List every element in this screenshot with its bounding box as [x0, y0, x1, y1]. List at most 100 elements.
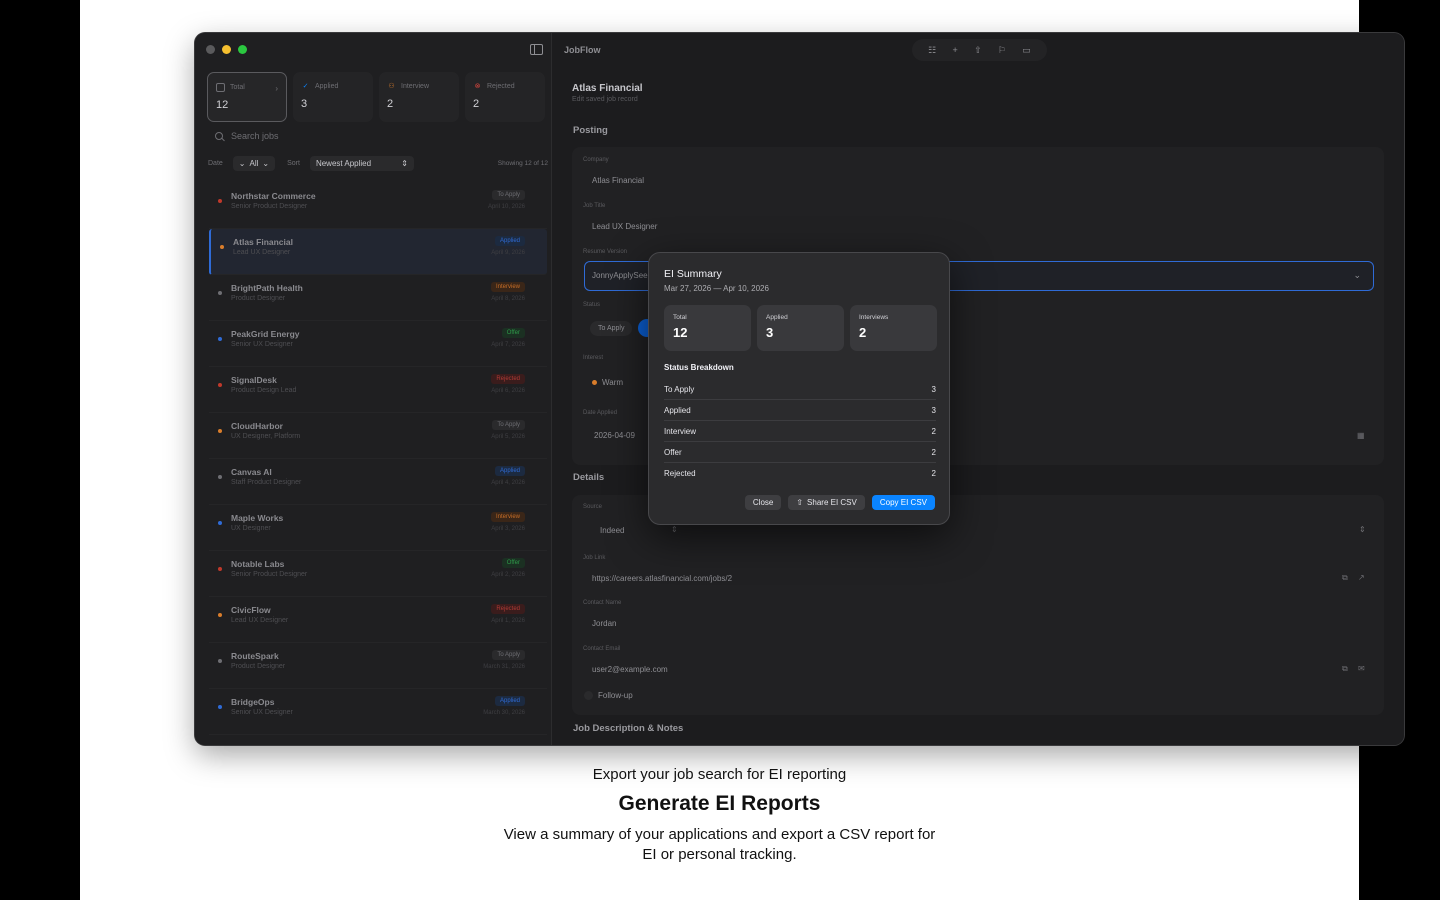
job-list-item[interactable]: CivicFlow Lead UX Designer Rejected April 1…	[209, 597, 547, 643]
inbox-icon[interactable]: ▭	[1022, 45, 1031, 56]
sort-select[interactable]: Newest Applied ⇕	[309, 156, 414, 171]
job-company: RouteSpark	[231, 651, 279, 661]
ei-report-icon[interactable]: ⚐	[998, 45, 1006, 56]
copy-ei-csv-button[interactable]: Copy EI CSV	[871, 495, 935, 510]
copy-icon[interactable]: ⧉	[1342, 573, 1348, 583]
close-button[interactable]: Close	[744, 495, 782, 510]
job-title-field[interactable]: Lead UX Designer	[592, 222, 657, 231]
follow-up-toggle[interactable]: Follow-up	[584, 691, 633, 700]
share-icon: ⇧	[796, 498, 804, 507]
chevron-right-icon: ›	[275, 84, 278, 93]
people-icon: ⚇	[388, 83, 395, 90]
job-status-badge: Applied	[494, 696, 525, 706]
job-status-badge: Rejected	[491, 604, 525, 614]
close-window-button[interactable]	[206, 45, 215, 54]
chevron-down-icon: ⌄	[1353, 270, 1361, 280]
contact-email-field[interactable]: user2@example.com	[592, 665, 668, 674]
breakdown-status: Offer	[664, 447, 682, 457]
source-select[interactable]: Indeed	[600, 526, 624, 535]
copy-icon[interactable]: ⧉	[1342, 664, 1348, 674]
job-date: April 7, 2026	[491, 342, 525, 348]
job-list-item[interactable]: Maple Works UX Designer Interview April 3, …	[209, 505, 547, 551]
interest-value: Warm	[602, 378, 624, 387]
share-icon[interactable]: ⇧	[974, 45, 982, 56]
stat-card-interview[interactable]: ⚇ Interview 2	[379, 72, 459, 122]
share-ei-csv-button[interactable]: ⇧ Share EI CSV	[788, 495, 865, 510]
job-status-dot	[218, 429, 222, 433]
job-list-item[interactable]: PeakGrid Energy Senior UX Designer Offer Ap…	[209, 321, 547, 367]
caption-body: View a summary of your applications and …	[80, 825, 1359, 865]
notes-header: Job Description & Notes	[573, 723, 684, 734]
details-panel	[572, 495, 1384, 715]
job-company: BrightPath Health	[231, 283, 303, 293]
job-list-item[interactable]: RouteSpark Product Designer To Apply March …	[209, 643, 547, 689]
status-segment-to-apply[interactable]: To Apply	[590, 321, 633, 336]
job-company: SignalDesk	[231, 375, 277, 385]
summary-card-label: Applied	[766, 314, 788, 321]
job-company: BridgeOps	[231, 697, 275, 707]
job-date: April 9, 2026	[491, 250, 525, 256]
add-icon[interactable]: +	[953, 45, 958, 55]
stat-value: 12	[216, 99, 229, 111]
job-date: April 2, 2026	[491, 572, 525, 578]
contact-name-field[interactable]: Jordan	[592, 619, 616, 628]
calendar-icon[interactable]: ▦	[1357, 431, 1365, 440]
status-breakdown-title: Status Breakdown	[664, 363, 734, 372]
job-list-item[interactable]: BridgeOps Senior UX Designer Applied March …	[209, 689, 547, 735]
breakdown-row: Offer 2	[664, 442, 936, 463]
summary-card-value: 3	[766, 325, 774, 340]
stat-card-total[interactable]: Total 12 ›	[207, 72, 287, 122]
checklist-icon[interactable]: ☷	[928, 45, 936, 56]
job-list-item[interactable]: Notable Labs Senior Product Designer Offer…	[209, 551, 547, 597]
job-link-field[interactable]: https://careers.atlasfinancial.com/jobs/…	[592, 574, 732, 583]
job-list-item[interactable]: Canvas AI Staff Product Designer Applied Ap…	[209, 459, 547, 505]
dialog-actions: Close ⇧ Share EI CSV Copy EI CSV	[744, 495, 935, 510]
job-role: Senior UX Designer	[231, 341, 293, 348]
sort-value: Newest Applied	[315, 159, 372, 168]
job-status-dot	[218, 659, 222, 663]
job-status-dot	[218, 567, 222, 571]
interest-select[interactable]: Warm	[592, 378, 623, 387]
job-date: April 10, 2026	[487, 204, 525, 210]
job-role: Lead UX Designer	[233, 249, 291, 256]
chevron-down-icon: ⌄	[262, 159, 270, 168]
mail-icon[interactable]: ✉	[1358, 664, 1365, 673]
job-role: Senior UX Designer	[231, 709, 293, 716]
job-status-dot	[218, 475, 222, 479]
job-list-item[interactable]: Atlas Financial Lead UX Designer Applied Ap…	[209, 229, 547, 275]
resume-label: Resume Version	[583, 249, 628, 255]
breakdown-status: Applied	[664, 405, 691, 415]
zoom-window-button[interactable]	[238, 45, 247, 54]
job-list-item[interactable]: BrightPath Health Product Designer Intervi…	[209, 275, 547, 321]
stat-card-applied[interactable]: ✓ Applied 3	[293, 72, 373, 122]
marketing-canvas: Total 12 › ✓ Applied 3 ⚇ Interview 2 ⊗ Reje…	[80, 0, 1404, 900]
job-role: Product Designer	[231, 663, 286, 670]
check-icon: ✓	[302, 83, 309, 90]
date-applied-field[interactable]: 2026-04-09	[594, 431, 635, 440]
breakdown-row: Rejected 2	[664, 463, 936, 484]
breakdown-count: 2	[931, 469, 936, 478]
job-date: April 8, 2026	[491, 296, 525, 302]
stat-value: 3	[301, 98, 308, 110]
source-label: Source	[583, 504, 603, 510]
breakdown-status: To Apply	[664, 384, 695, 394]
minimize-window-button[interactable]	[222, 45, 231, 54]
job-status-dot	[218, 291, 222, 295]
stat-card-rejected[interactable]: ⊗ Rejected 2	[465, 72, 545, 122]
caption-body-line: EI or personal tracking.	[642, 846, 797, 863]
stat-label: Rejected	[487, 83, 515, 90]
company-field[interactable]: Atlas Financial	[592, 176, 644, 185]
summary-card-total: Total 12	[664, 305, 751, 351]
search-field[interactable]: Search jobs	[215, 131, 279, 141]
job-date: April 1, 2026	[491, 618, 525, 624]
job-list-item[interactable]: Northstar Commerce Senior Product Designe…	[209, 183, 547, 229]
date-filter-select[interactable]: ⌄ All ⌄	[232, 156, 276, 171]
record-title: Atlas Financial	[572, 83, 643, 94]
warm-dot-icon	[592, 380, 597, 385]
job-list-item[interactable]: CloudHarbor UX Designer, Platform To Apply…	[209, 413, 547, 459]
job-status-dot	[218, 337, 222, 341]
job-list-item[interactable]: SignalDesk Product Design Lead Rejected Apr…	[209, 367, 547, 413]
sidebar-toggle-icon[interactable]	[530, 44, 543, 55]
open-link-icon[interactable]: ↗	[1358, 573, 1365, 582]
breakdown-status: Interview	[664, 426, 697, 436]
